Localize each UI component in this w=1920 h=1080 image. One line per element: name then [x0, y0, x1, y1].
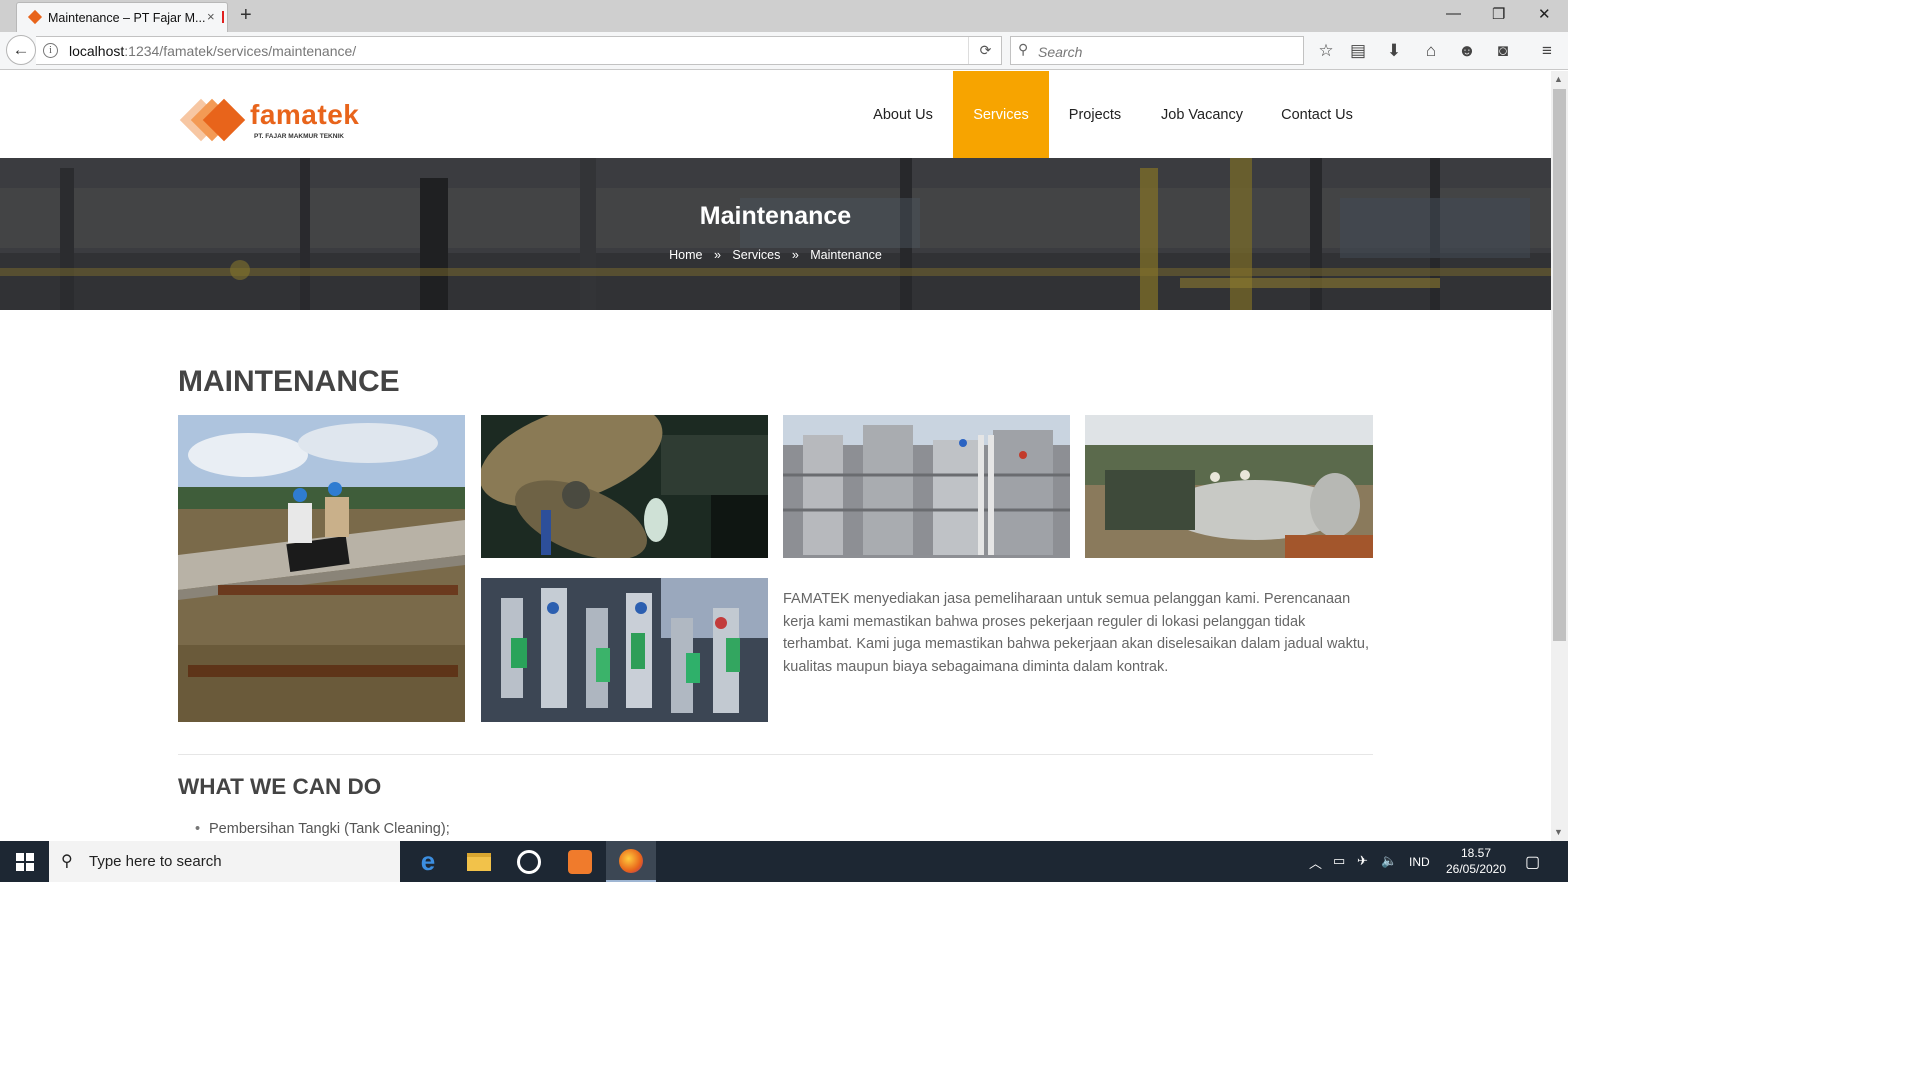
- disc-icon: [517, 849, 541, 874]
- edge-app-icon[interactable]: e: [403, 841, 453, 882]
- tab-close-icon[interactable]: ×: [207, 9, 215, 24]
- breadcrumb-services[interactable]: Services: [732, 248, 780, 262]
- browser-tab[interactable]: Maintenance – PT Fajar M... ×: [16, 2, 228, 32]
- nav-contact-us[interactable]: Contact Us: [1272, 71, 1362, 158]
- address-bar[interactable]: i localhost:1234/famatek/services/mainte…: [36, 36, 1002, 65]
- edge-icon: e: [420, 846, 436, 876]
- bookmark-star-icon[interactable]: ☆: [1316, 41, 1336, 61]
- reading-list-icon[interactable]: ▤: [1348, 41, 1368, 61]
- recording-indicator-icon: [222, 11, 224, 23]
- chat-icon[interactable]: ☻: [1457, 41, 1477, 61]
- windows-taskbar: ⚲ Type here to search e ︿ ▭ ✈ 🔈 IND 18.5…: [0, 841, 1568, 882]
- media-app-icon[interactable]: [504, 841, 554, 882]
- taskbar-search-box[interactable]: ⚲ Type here to search: [49, 841, 400, 882]
- firefox-app-icon[interactable]: [606, 841, 656, 882]
- xampp-app-icon[interactable]: [555, 841, 605, 882]
- taskbar-search-placeholder: Type here to search: [89, 853, 222, 870]
- folder-icon: [467, 852, 491, 871]
- site-info-icon[interactable]: i: [43, 43, 58, 58]
- hero-title: Maintenance: [699, 202, 852, 230]
- windows-logo-icon: [15, 852, 34, 871]
- nav-about-us[interactable]: About Us: [858, 71, 948, 158]
- hamburger-menu-icon[interactable]: ≡: [1537, 41, 1557, 61]
- photo-tank-work[interactable]: [1085, 415, 1373, 558]
- scrollbar-thumb[interactable]: [1553, 89, 1566, 641]
- reload-icon[interactable]: ⟳: [968, 37, 1002, 64]
- language-indicator[interactable]: IND: [1409, 855, 1430, 869]
- photo-propeller-repair[interactable]: [481, 415, 768, 558]
- site-header: famatek PT. FAJAR MAKMUR TEKNIK About Us…: [0, 71, 1551, 158]
- page-scrollbar[interactable]: ▲ ▼: [1551, 71, 1568, 841]
- firefox-icon: [619, 848, 643, 873]
- breadcrumb-separator: »: [713, 248, 721, 262]
- search-icon: ⚲: [61, 853, 73, 870]
- system-clock[interactable]: 18.57 26/05/2020: [1444, 845, 1508, 877]
- service-description: FAMATEK menyediakan jasa pemeliharaan un…: [783, 591, 1369, 675]
- scroll-down-icon[interactable]: ▼: [1554, 827, 1563, 837]
- photo-pipeline-welding[interactable]: [178, 415, 465, 722]
- logo-subtitle: PT. FAJAR MAKMUR TEKNIK: [254, 133, 344, 140]
- pocket-icon[interactable]: ◙: [1493, 41, 1513, 61]
- section-title: MAINTENANCE: [178, 365, 400, 398]
- photo-valves-image: [481, 578, 768, 722]
- tab-title: Maintenance – PT Fajar M...: [48, 11, 206, 25]
- home-icon[interactable]: ⌂: [1421, 41, 1441, 61]
- url-path: :1234/famatek/services/maintenance/: [124, 43, 357, 59]
- url-host: localhost: [69, 43, 125, 59]
- photo-plant-image: [783, 415, 1070, 558]
- page-hero-banner: Maintenance Home » Services » Maintenanc…: [0, 158, 1551, 310]
- start-button[interactable]: [0, 841, 49, 882]
- web-page: famatek PT. FAJAR MAKMUR TEKNIK About Us…: [0, 71, 1551, 841]
- photo-plant-scaffolding[interactable]: [783, 415, 1070, 558]
- nav-job-vacancy[interactable]: Job Vacancy: [1152, 71, 1252, 158]
- arrow-left-icon: ←: [12, 40, 30, 59]
- nav-services[interactable]: Services: [953, 71, 1049, 158]
- xampp-icon: [568, 849, 592, 874]
- airplane-mode-icon[interactable]: ✈: [1357, 853, 1368, 869]
- search-placeholder: Search: [1038, 44, 1083, 60]
- restore-button[interactable]: ❐: [1492, 5, 1505, 23]
- photo-valves[interactable]: [481, 578, 768, 722]
- browser-navigation-bar: i localhost:1234/famatek/services/mainte…: [0, 32, 1568, 70]
- browser-tab-strip: Maintenance – PT Fajar M... × + — ❐ ✕: [0, 0, 1568, 32]
- battery-icon[interactable]: ▭: [1333, 853, 1345, 869]
- clock-time: 18.57: [1460, 846, 1492, 860]
- logo-wordmark: famatek: [250, 99, 360, 130]
- search-icon: ⚲: [1018, 41, 1029, 57]
- back-button[interactable]: ←: [6, 35, 36, 65]
- breadcrumb: Home » Services » Maintenance: [0, 248, 1551, 262]
- clock-date: 26/05/2020: [1445, 862, 1507, 876]
- what-we-can-do-title: WHAT WE CAN DO: [178, 774, 382, 799]
- file-explorer-app-icon[interactable]: [454, 841, 504, 882]
- photo-tank-image: [1085, 415, 1373, 558]
- breadcrumb-separator: »: [791, 248, 799, 262]
- breadcrumb-home[interactable]: Home: [669, 248, 702, 262]
- download-icon[interactable]: ⬇: [1384, 41, 1404, 61]
- new-tab-button[interactable]: +: [240, 4, 252, 27]
- close-window-button[interactable]: ✕: [1538, 5, 1551, 23]
- list-item: Pembersihan Tangki (Tank Cleaning);: [195, 821, 450, 837]
- breadcrumb-current: Maintenance: [810, 248, 882, 262]
- url-text[interactable]: localhost:1234/famatek/services/maintena…: [69, 43, 356, 59]
- famatek-logo[interactable]: famatek PT. FAJAR MAKMUR TEKNIK: [179, 97, 360, 143]
- site-favicon-icon: [27, 9, 43, 25]
- scroll-up-icon[interactable]: ▲: [1554, 74, 1563, 84]
- browser-search-field[interactable]: ⚲ Search: [1010, 36, 1304, 65]
- hero-overlay: [0, 158, 1551, 310]
- tray-expand-icon[interactable]: ︿: [1309, 853, 1322, 872]
- photo-propeller-image: [481, 415, 768, 558]
- section-divider: [178, 754, 1373, 755]
- volume-icon[interactable]: 🔈: [1381, 853, 1397, 869]
- notifications-icon[interactable]: ▢: [1525, 852, 1540, 872]
- minimize-button[interactable]: —: [1446, 5, 1461, 22]
- list-item-text: Pembersihan Tangki (Tank Cleaning);: [209, 821, 450, 837]
- nav-projects[interactable]: Projects: [1056, 71, 1134, 158]
- photo-pipeline-image: [178, 415, 465, 722]
